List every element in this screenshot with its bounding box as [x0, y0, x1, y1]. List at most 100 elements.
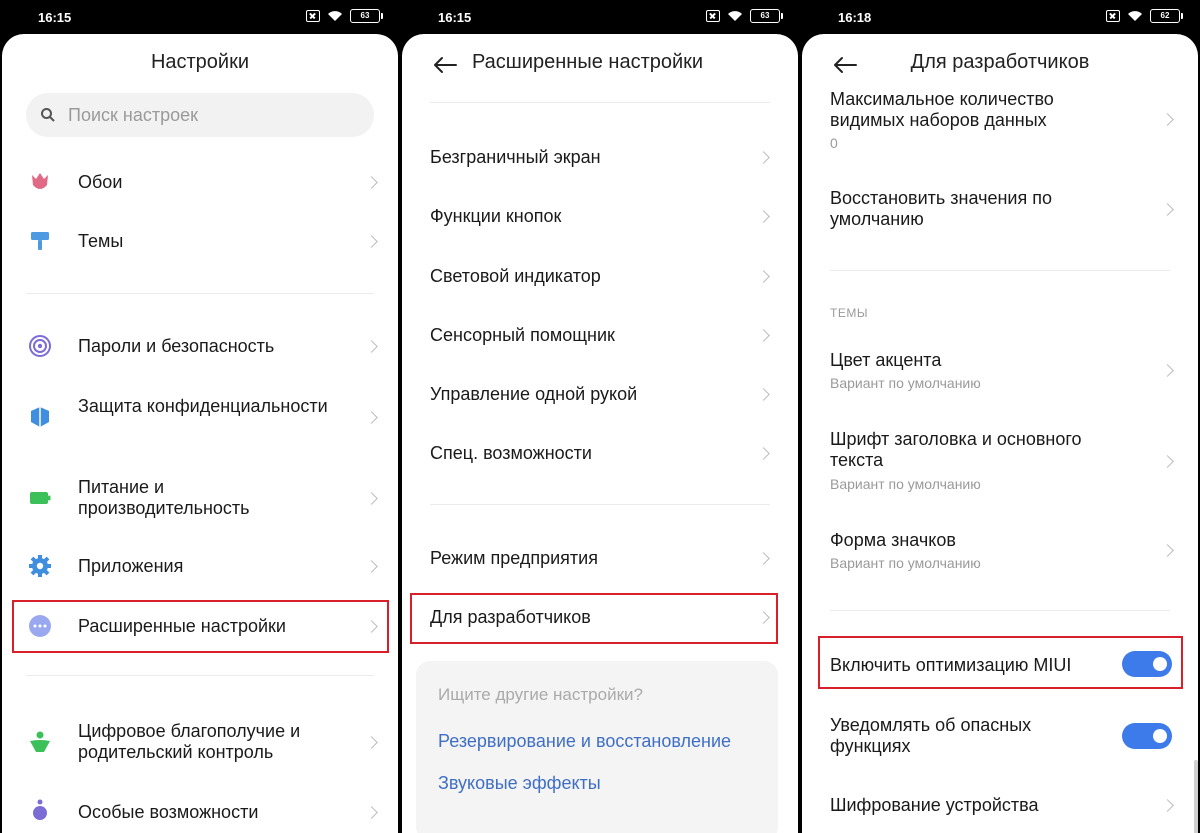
link-sound-effects[interactable]: Звуковые эффекты	[438, 773, 601, 794]
sim-off-icon	[306, 10, 320, 22]
sim-off-icon	[1106, 10, 1120, 22]
option-value: 0	[830, 135, 838, 151]
menu-item-touch-assistant[interactable]: Сенсорный помощник	[402, 315, 798, 355]
settings-item-themes[interactable]: Темы	[2, 221, 398, 261]
option-max-datasets[interactable]: Максимальное количество видимых наборов …	[802, 86, 1198, 156]
option-label: Уведомлять об опасных функциях	[830, 715, 1032, 756]
menu-item-label: Режим предприятия	[430, 548, 598, 568]
search-input[interactable]	[68, 93, 348, 137]
wellbeing-icon	[30, 731, 50, 752]
option-label: Шрифт заголовка и основного текста	[830, 429, 1082, 470]
battery-icon	[30, 492, 51, 504]
menu-item-enterprise-mode[interactable]: Режим предприятия	[402, 538, 798, 578]
settings-main-screen: Настройки Обои Темы	[2, 34, 398, 833]
option-notify-dangerous[interactable]: Уведомлять об опасных функциях	[802, 711, 1198, 761]
settings-item-label: Защита конфиденциальности	[78, 396, 328, 416]
settings-item-label: Обои	[78, 172, 123, 192]
settings-item-passwords[interactable]: Пароли и безопасность	[2, 326, 398, 366]
search-icon	[41, 108, 55, 122]
phone-screen-settings: 16:15 63 Настройки Обои	[0, 0, 400, 833]
chevron-right-icon	[757, 552, 770, 565]
option-value: Вариант по умолчанию	[830, 555, 981, 571]
menu-item-button-functions[interactable]: Функции кнопок	[402, 196, 798, 236]
option-restore-defaults[interactable]: Восстановить значения по умолчанию	[802, 184, 1198, 234]
settings-item-wallpaper[interactable]: Обои	[2, 162, 398, 202]
phone-screen-developer: 16:18 62 Для разработчиков Максимальное …	[800, 0, 1200, 833]
menu-item-one-handed[interactable]: Управление одной рукой	[402, 374, 798, 414]
menu-item-led-indicator[interactable]: Световой индикатор	[402, 256, 798, 296]
settings-item-apps[interactable]: Приложения	[2, 546, 398, 586]
chevron-right-icon	[365, 340, 378, 353]
settings-item-label: Особые возможности	[78, 802, 259, 822]
option-value: Вариант по умолчанию	[830, 375, 981, 391]
status-time: 16:15	[38, 10, 72, 25]
settings-item-label: Питание и производительность	[78, 477, 250, 518]
settings-item-privacy[interactable]: Защита конфиденциальности	[2, 389, 398, 445]
settings-item-accessibility[interactable]: Особые возможности	[2, 792, 398, 832]
option-label: Шифрование устройства	[830, 795, 1039, 815]
menu-item-label: Сенсорный помощник	[430, 325, 615, 345]
settings-item-label: Темы	[78, 231, 124, 251]
accessibility-icon	[33, 799, 47, 820]
chevron-right-icon	[365, 411, 378, 424]
option-label: Восстановить значения по умолчанию	[830, 188, 1052, 229]
chevron-right-icon	[757, 210, 770, 223]
option-label: Цвет акцента	[830, 350, 942, 370]
search-bar[interactable]	[26, 93, 374, 137]
settings-item-battery[interactable]: Питание и производительность	[2, 470, 398, 526]
chevron-right-icon	[757, 270, 770, 283]
wifi-icon	[328, 11, 342, 21]
menu-item-label: Световой индикатор	[430, 266, 601, 286]
status-time: 16:15	[438, 10, 472, 25]
option-font[interactable]: Шрифт заголовка и основного текста Вариа…	[802, 426, 1198, 496]
chevron-right-icon	[1161, 113, 1174, 126]
menu-item-label: Функции кнопок	[430, 206, 562, 226]
chevron-right-icon	[757, 447, 770, 460]
divider	[26, 675, 374, 676]
chevron-right-icon	[365, 492, 378, 505]
highlight-frame	[818, 636, 1183, 689]
developer-options-screen: Для разработчиков Максимальное количеств…	[802, 34, 1198, 833]
section-header: ТЕМЫ	[830, 306, 868, 320]
chevron-right-icon	[757, 388, 770, 401]
chevron-right-icon	[365, 176, 378, 189]
divider	[430, 504, 770, 505]
status-bar: 16:15 63	[0, 0, 400, 34]
option-label: Максимальное количество видимых наборов …	[830, 89, 1054, 130]
divider	[26, 293, 374, 294]
battery-level: 62	[1150, 9, 1183, 23]
scrollbar[interactable]	[1194, 760, 1198, 833]
link-backup-restore[interactable]: Резервирование и восстановление	[438, 731, 731, 752]
phone-screen-advanced: 16:15 63 Расширенные настройки Безгранич…	[400, 0, 800, 833]
page-title: Расширенные настройки	[472, 51, 704, 73]
chevron-right-icon	[365, 806, 378, 819]
divider	[430, 102, 770, 103]
advanced-settings-screen: Расширенные настройки Безграничный экран…	[402, 34, 798, 833]
status-time: 16:18	[838, 10, 872, 25]
highlight-frame	[410, 593, 778, 644]
chevron-right-icon	[1161, 455, 1174, 468]
tulip-icon	[32, 173, 48, 189]
option-device-encryption[interactable]: Шифрование устройства	[802, 788, 1198, 828]
shield-icon	[31, 407, 49, 427]
option-icon-shape[interactable]: Форма значков Вариант по умолчанию	[802, 526, 1198, 576]
settings-item-wellbeing[interactable]: Цифровое благополучие и родительский кон…	[2, 714, 398, 770]
option-value: Вариант по умолчанию	[830, 476, 981, 492]
settings-item-label: Пароли и безопасность	[78, 336, 275, 356]
wifi-icon	[1128, 11, 1142, 21]
chevron-right-icon	[365, 560, 378, 573]
notify-dangerous-toggle[interactable]	[1122, 723, 1172, 749]
page-title: Настройки	[150, 51, 250, 73]
settings-item-label: Приложения	[78, 556, 184, 576]
option-accent-color[interactable]: Цвет акцента Вариант по умолчанию	[802, 346, 1198, 396]
menu-item-label: Управление одной рукой	[430, 384, 638, 404]
back-arrow-icon[interactable]	[432, 56, 458, 74]
menu-item-label: Спец. возможности	[430, 443, 592, 463]
sim-off-icon	[706, 10, 720, 22]
menu-item-accessibility[interactable]: Спец. возможности	[402, 433, 798, 473]
chevron-right-icon	[365, 235, 378, 248]
other-settings-card: Ищите другие настройки? Резервирование и…	[416, 661, 778, 833]
menu-item-fullscreen[interactable]: Безграничный экран	[402, 137, 798, 177]
menu-item-label: Безграничный экран	[430, 147, 601, 167]
divider	[830, 610, 1170, 611]
